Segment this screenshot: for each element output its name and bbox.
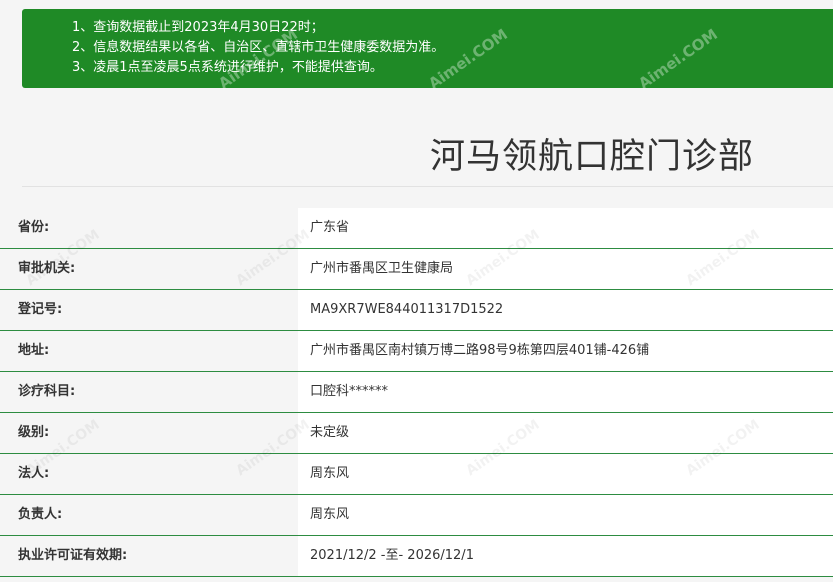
table-row: 执业许可证有效期: 2021/12/2 -至- 2026/12/1 — [0, 536, 833, 577]
row-label: 法人: — [0, 454, 298, 494]
table-row: 诊疗科目: 口腔科****** — [0, 372, 833, 413]
row-label: 负责人: — [0, 495, 298, 535]
row-value: 周东风 — [298, 495, 833, 535]
table-row: 级别: 未定级 — [0, 413, 833, 454]
row-value: 周东风 — [298, 454, 833, 494]
page-title: 河马领航口腔门诊部 — [430, 137, 755, 177]
row-label: 省份: — [0, 208, 298, 248]
row-label: 审批机关: — [0, 249, 298, 289]
row-value: 广东省 — [298, 208, 833, 248]
table-row: 省份: 广东省 — [0, 208, 833, 249]
table-row: 审批机关: 广州市番禺区卫生健康局 — [0, 249, 833, 290]
row-label: 执业许可证有效期: — [0, 536, 298, 576]
row-label: 诊疗科目: — [0, 372, 298, 412]
title-section: 河马领航口腔门诊部 — [22, 120, 833, 187]
notice-line-1: 1、查询数据截止到2023年4月30日22时； — [72, 20, 324, 35]
row-value: 口腔科****** — [298, 372, 833, 412]
table-row: 负责人: 周东风 — [0, 495, 833, 536]
row-label: 登记号: — [0, 290, 298, 330]
row-value: 未定级 — [298, 413, 833, 453]
notice-line-2: 2、信息数据结果以各省、自治区、直辖市卫生健康委数据为准。 — [72, 40, 445, 55]
row-value: 2021/12/2 -至- 2026/12/1 — [298, 536, 833, 576]
notice-banner: 1、查询数据截止到2023年4月30日22时； 2、信息数据结果以各省、自治区、… — [22, 9, 833, 93]
table-row: 登记号: MA9XR7WE844011317D1522 — [0, 290, 833, 331]
notice-line-3: 3、凌晨1点至凌晨5点系统进行维护，不能提供查询。 — [72, 60, 383, 75]
row-value: 广州市番禺区南村镇万博二路98号9栋第四层401铺-426铺 — [298, 331, 833, 371]
row-label: 级别: — [0, 413, 298, 453]
clinic-info-table: 省份: 广东省 审批机关: 广州市番禺区卫生健康局 登记号: MA9XR7WE8… — [0, 208, 833, 577]
table-row: 法人: 周东风 — [0, 454, 833, 495]
row-label: 地址: — [0, 331, 298, 371]
row-value: MA9XR7WE844011317D1522 — [298, 290, 833, 330]
row-value: 广州市番禺区卫生健康局 — [298, 249, 833, 289]
table-row: 地址: 广州市番禺区南村镇万博二路98号9栋第四层401铺-426铺 — [0, 331, 833, 372]
